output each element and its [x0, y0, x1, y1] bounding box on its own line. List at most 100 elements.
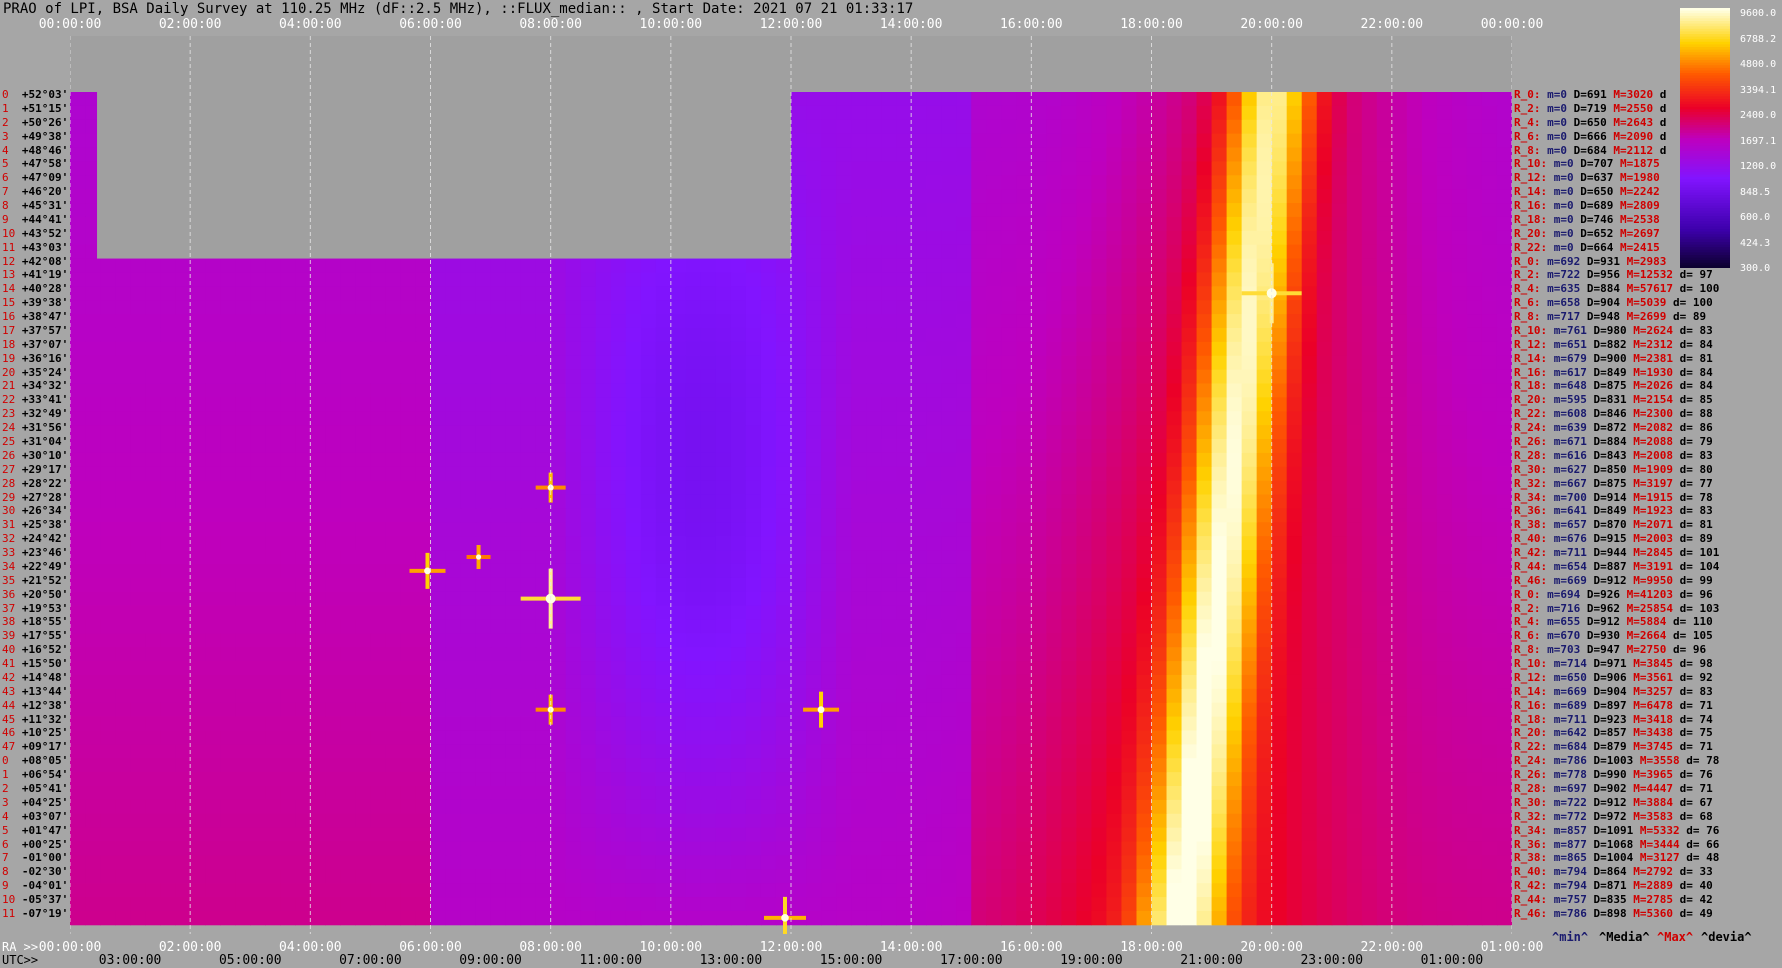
heatmap-cell: [370, 799, 387, 815]
heatmap-cell: [1256, 425, 1273, 440]
heatmap-cell: [1001, 799, 1017, 815]
heatmap-cell: [280, 772, 296, 787]
heatmap-cell: [1151, 355, 1168, 371]
heatmap-cell: [475, 494, 492, 509]
heatmap-cell: [926, 411, 942, 426]
heatmap-cell: [941, 799, 957, 815]
heatmap-cell: [1301, 92, 1318, 107]
heatmap-cell: [205, 786, 221, 801]
heatmap-cell: [1001, 105, 1017, 121]
heatmap-cell: [175, 397, 191, 412]
heatmap-cell: [1466, 133, 1483, 149]
heatmap-cell: [836, 674, 852, 690]
heatmap-cell: [1211, 730, 1228, 745]
heatmap-cell: [1406, 119, 1423, 135]
heatmap-cell: [986, 563, 1002, 579]
heatmap-cell: [1346, 258, 1363, 273]
heatmap-cell: [1286, 439, 1303, 454]
heatmap-cell: [791, 92, 807, 107]
heatmap-cell: [625, 439, 642, 454]
heatmap-cell: [926, 605, 942, 620]
heatmap-cell: [1331, 161, 1348, 176]
heatmap-cell: [1256, 383, 1273, 398]
heatmap-cell: [971, 258, 987, 273]
heatmap-cell: [565, 341, 582, 357]
heatmap-cell: [836, 355, 852, 371]
heatmap-cell: [655, 272, 672, 287]
heatmap-cell: [1001, 522, 1017, 537]
heatmap-cell: [851, 369, 867, 384]
heatmap-cell: [1151, 244, 1168, 260]
heatmap-cell: [881, 674, 897, 690]
heatmap-cell: [730, 661, 747, 676]
heatmap-cell: [1376, 216, 1393, 232]
heatmap-cell: [1481, 397, 1498, 412]
heatmap-cell: [1196, 591, 1213, 607]
heatmap-cell: [745, 550, 762, 565]
heatmap-cell: [1331, 536, 1348, 551]
heatmap-cell: [971, 799, 987, 815]
heatmap-cell: [1046, 439, 1062, 454]
heatmap-cell: [1091, 647, 1108, 662]
heatmap-cell: [1406, 425, 1423, 440]
heatmap-cell: [1031, 688, 1047, 704]
heatmap-cell: [775, 341, 792, 357]
heatmap-cell: [280, 536, 296, 551]
heatmap-cell: [565, 286, 582, 301]
heatmap-cell: [1241, 452, 1258, 468]
heatmap-cell: [1376, 92, 1393, 107]
heatmap-cell: [250, 633, 266, 648]
heatmap-cell: [520, 702, 537, 718]
heatmap-cell: [100, 452, 116, 468]
heatmap-cell: [1256, 744, 1273, 759]
heatmap-cell: [1151, 633, 1168, 648]
heatmap-cell: [460, 369, 477, 384]
heatmap-cell: [1301, 633, 1318, 648]
heatmap-cell: [941, 716, 957, 731]
heatmap-cell: [866, 105, 882, 121]
heatmap-cell: [1211, 563, 1228, 579]
heatmap-cell: [100, 661, 116, 676]
heatmap-cell: [250, 799, 266, 815]
heatmap-cell: [971, 661, 987, 676]
heatmap-cell: [1166, 758, 1183, 773]
heatmap-cell: [836, 133, 852, 149]
heatmap-cell: [130, 605, 146, 620]
heatmap-cell: [1181, 591, 1198, 607]
heatmap-cell: [1286, 161, 1303, 176]
heatmap-cell: [791, 466, 807, 482]
heatmap-cell: [1316, 425, 1333, 440]
heatmap-cell: [941, 550, 957, 565]
heatmap-cell: [1376, 536, 1393, 551]
heatmap-cell: [1316, 674, 1333, 690]
heatmap-cell: [1226, 383, 1243, 398]
heatmap-cell: [655, 730, 672, 745]
heatmap-cell: [130, 355, 146, 371]
heatmap-cell: [1346, 744, 1363, 759]
heatmap-cell: [325, 702, 341, 718]
heatmap-cell: [340, 327, 356, 343]
heatmap-cell: [655, 327, 672, 343]
heatmap-cell: [250, 563, 266, 579]
heatmap-cell: [986, 799, 1002, 815]
heatmap-cell: [1436, 383, 1453, 398]
heatmap-cell: [1331, 314, 1348, 329]
heatmap-cell: [685, 633, 702, 648]
heatmap-cell: [896, 300, 912, 315]
heatmap-cell: [1211, 133, 1228, 149]
heatmap-cell: [806, 216, 822, 232]
heatmap-cell: [340, 799, 356, 815]
heatmap-cell: [791, 550, 807, 565]
heatmap-cell: [670, 508, 687, 523]
heatmap-cell: [445, 716, 462, 731]
heatmap-cell: [986, 369, 1002, 384]
heatmap-cell: [1421, 716, 1438, 731]
heatmap-cell: [1061, 508, 1077, 523]
heatmap-cell: [1286, 133, 1303, 149]
heatmap-cell: [520, 550, 537, 565]
heatmap-cell: [1451, 522, 1468, 537]
heatmap-cell: [295, 286, 311, 301]
heatmap-cell: [866, 355, 882, 371]
heatmap-cell: [1301, 230, 1318, 246]
heatmap-cell: [1436, 591, 1453, 607]
